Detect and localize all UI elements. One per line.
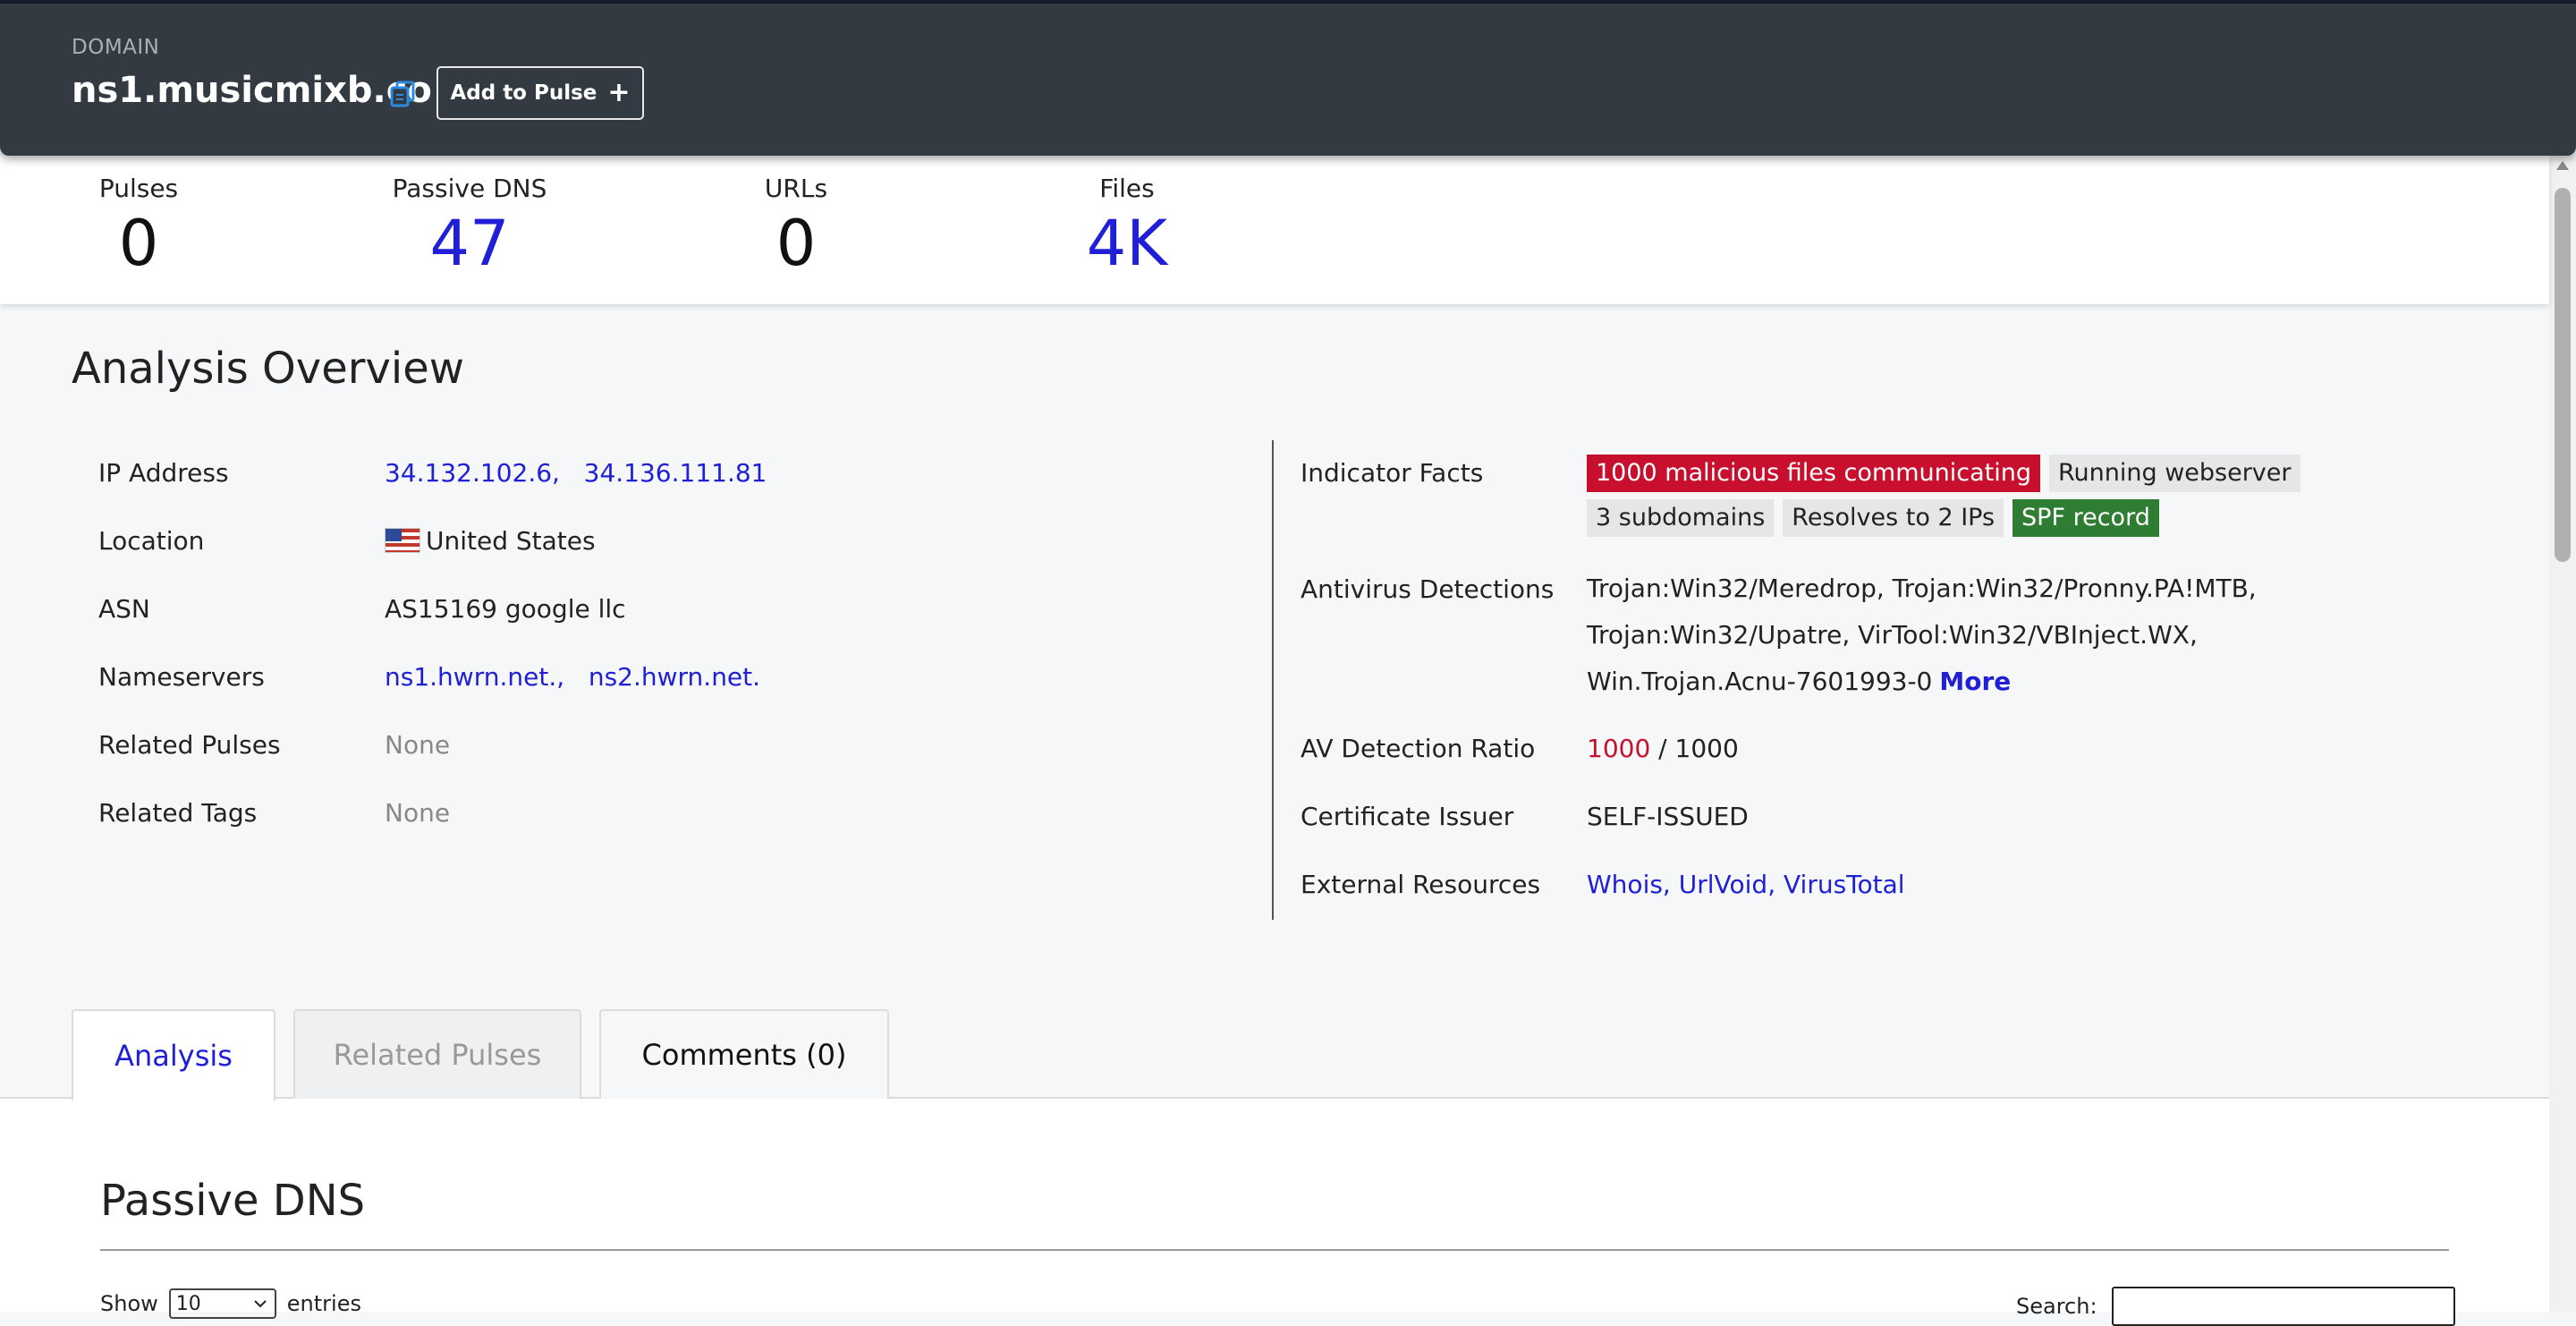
virustotal-link[interactable]: VirusTotal [1784, 870, 1905, 899]
more-link[interactable]: More [1939, 667, 2011, 696]
asn-value: AS15169 google llc [385, 594, 626, 624]
stat-urls: URLs 0 [751, 174, 841, 280]
location-label: Location [98, 526, 205, 556]
whois-link[interactable]: Whois, [1587, 870, 1671, 899]
stat-label: URLs [764, 174, 828, 203]
antivirus-line: Trojan:Win32/Upatre, VirTool:Win32/VBInj… [1587, 620, 2198, 650]
ip-address-label: IP Address [98, 458, 229, 488]
av-ratio-malicious: 1000 [1587, 734, 1651, 763]
plus-icon: + [607, 77, 631, 108]
entries-control: Show 10 entries [100, 1288, 361, 1319]
fact-badge: 1000 malicious files communicating [1587, 455, 2040, 492]
indicator-header: DOMAIN ns1.musicmixb.co Add to Pulse + [0, 0, 2576, 156]
fact-badge: Resolves to 2 IPs [1783, 499, 2004, 537]
av-ratio-value: 1000 / 1000 [1587, 734, 1739, 763]
certificate-value: SELF-ISSUED [1587, 802, 1749, 831]
urlvoid-link[interactable]: UrlVoid, [1679, 870, 1775, 899]
search-label: Search: [2016, 1294, 2097, 1319]
tab-comments[interactable]: Comments (0) [599, 1009, 889, 1099]
ip-link[interactable]: 34.136.111.81 [584, 458, 767, 488]
entries-label: entries [286, 1291, 361, 1316]
nameservers-values: ns1.hwrn.net., ns2.hwrn.net. [385, 662, 760, 692]
stat-value: 0 [118, 207, 159, 280]
tab-related-pulses[interactable]: Related Pulses [293, 1009, 581, 1099]
indicator-type-label: DOMAIN [72, 36, 160, 59]
nameservers-label: Nameservers [98, 662, 265, 692]
passive-dns-divider [100, 1249, 2449, 1251]
indicator-title: ns1.musicmixb.co [72, 70, 432, 111]
page-scrollbar[interactable] [2549, 156, 2576, 1312]
stat-value[interactable]: 4K [1073, 207, 1181, 280]
indicator-facts-label: Indicator Facts [1301, 458, 1484, 488]
nameserver-link[interactable]: ns2.hwrn.net. [589, 662, 760, 692]
av-ratio-label: AV Detection Ratio [1301, 734, 1536, 763]
fact-badge: SPF record [2012, 499, 2159, 537]
location-text: United States [426, 526, 596, 556]
scroll-thumb[interactable] [2555, 188, 2571, 562]
antivirus-values: Trojan:Win32/Meredrop, Trojan:Win32/Pron… [1587, 565, 2257, 705]
external-resources-links: Whois, UrlVoid, VirusTotal [1587, 870, 1905, 899]
analysis-overview-title: Analysis Overview [72, 344, 465, 394]
stat-passive-dns[interactable]: Passive DNS 47 [385, 174, 555, 280]
add-to-pulse-button[interactable]: Add to Pulse + [436, 66, 644, 120]
related-pulses-label: Related Pulses [98, 730, 281, 760]
search-input[interactable] [2111, 1287, 2455, 1326]
stat-label: Files [1099, 174, 1155, 203]
passive-dns-title: Passive DNS [100, 1176, 366, 1226]
passive-dns-panel: Passive DNS Show 10 entries Search: [0, 1099, 2549, 1326]
stats-bar: Pulses 0 Passive DNS 47 URLs 0 Files 4K [0, 156, 2549, 304]
antivirus-label: Antivirus Detections [1301, 574, 1555, 604]
related-tags-value: None [385, 798, 451, 828]
search-control: Search: [2016, 1287, 2455, 1326]
antivirus-line: Win.Trojan.Acnu-7601993-0 [1587, 667, 1933, 696]
entries-select[interactable]: 10 [168, 1288, 276, 1319]
copy-icon[interactable] [388, 79, 419, 109]
show-label: Show [100, 1291, 158, 1316]
stat-value: 0 [775, 207, 817, 280]
ip-address-values: 34.132.102.6, 34.136.111.81 [385, 458, 767, 488]
scroll-up-icon[interactable] [2556, 161, 2569, 170]
related-tags-label: Related Tags [98, 798, 258, 828]
external-resources-label: External Resources [1301, 870, 1541, 899]
overview-divider [1272, 440, 1274, 920]
antivirus-line-last: Win.Trojan.Acnu-7601993-0 More [1587, 659, 2257, 705]
stat-value[interactable]: 47 [385, 207, 555, 280]
ip-link[interactable]: 34.132.102.6, [385, 458, 560, 488]
tab-analysis[interactable]: Analysis [72, 1009, 275, 1101]
fact-badge: Running webserver [2048, 455, 2301, 492]
add-to-pulse-label: Add to Pulse [450, 81, 597, 105]
nameserver-link[interactable]: ns1.hwrn.net., [385, 662, 564, 692]
certificate-label: Certificate Issuer [1301, 802, 1514, 831]
asn-label: ASN [98, 594, 150, 624]
stat-label: Passive DNS [392, 174, 547, 203]
fact-badge: 3 subdomains [1587, 499, 1775, 537]
antivirus-line: Trojan:Win32/Meredrop, Trojan:Win32/Pron… [1587, 574, 2257, 603]
location-value: United States [385, 526, 596, 556]
av-ratio-total: / 1000 [1650, 734, 1739, 763]
stat-pulses: Pulses 0 [98, 174, 179, 280]
us-flag-icon [385, 528, 420, 553]
chevron-down-icon [254, 1300, 267, 1308]
related-pulses-value: None [385, 730, 451, 760]
indicator-facts-tags: 1000 malicious files communicating Runnin… [1587, 455, 2392, 537]
stat-files[interactable]: Files 4K [1073, 174, 1181, 280]
stat-label: Pulses [98, 174, 179, 203]
